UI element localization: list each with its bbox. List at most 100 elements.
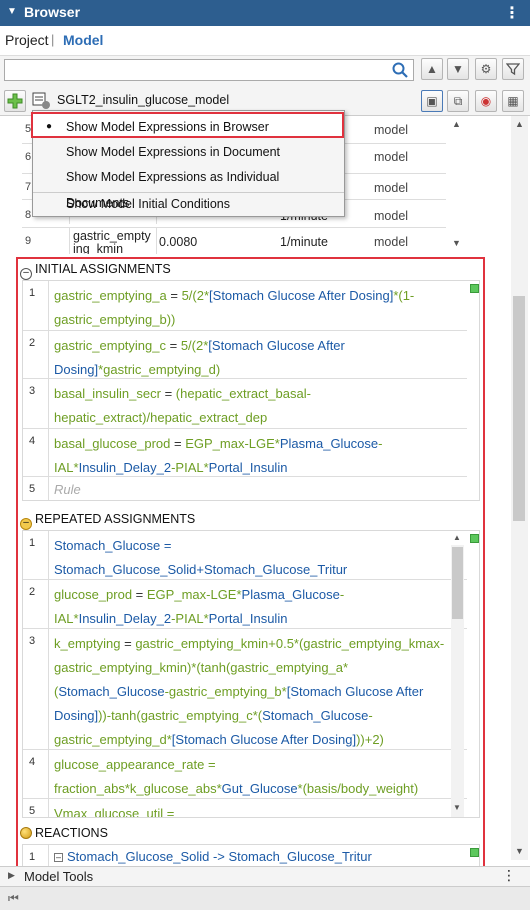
copy-icon: ⧉ [453,94,463,108]
row-number: 4 [29,435,36,447]
row-number: 6 [25,151,32,163]
view-icon: ▣ [426,94,438,108]
tab-project[interactable]: Project [5,32,49,48]
expression-line: hepatic_extract)/hepatic_extract_dep [54,410,268,425]
grid-icon: ▦ [507,94,519,108]
settings-button[interactable]: ⚙ [475,58,497,80]
scroll-down-icon[interactable]: ▼ [515,846,524,856]
model-tools-panel[interactable]: ▶ Model Tools ⋮ [0,866,530,886]
menu-item-show-in-document[interactable]: Show Model Expressions in Document [33,139,344,165]
table-scrollbar[interactable]: ▲ ▼ [446,116,466,254]
expression[interactable]: Vmax_glucose_util = [48,799,467,817]
expression[interactable]: glucose_appearance_rate = fraction_abs*k_… [48,750,467,799]
menu-item-label: Show Model Initial Conditions [66,197,230,211]
scroll-up-icon[interactable]: ▲ [452,119,461,129]
repeated-assignments-header[interactable]: – REPEATED ASSIGNMENTS [20,512,195,530]
row-number: 2 [29,337,36,349]
list-item[interactable]: 5 Rule [23,477,467,500]
list-item[interactable]: 1 gastric_emptying_a = 5/(2*[Stomach Glu… [23,281,467,331]
status-ok-icon [470,848,479,857]
expression-line: basal_glucose_prod = EGP_max-LGE*Plasma_… [54,436,383,451]
list-item[interactable]: 4 glucose_appearance_rate = fraction_abs*… [23,750,467,799]
initial-assignments-header[interactable]: – INITIAL ASSIGNMENTS [20,262,171,280]
section-title: REPEATED ASSIGNMENTS [35,512,196,526]
menu-item-show-initial-conditions[interactable]: Show Model Initial Conditions [33,191,344,217]
new-rule-input[interactable]: Rule [48,477,467,500]
previous-match-button[interactable]: ▲ [421,58,443,80]
row-type: model [374,123,409,137]
expression[interactable]: gastric_emptying_c = 5/(2*[Stomach Gluco… [48,331,467,379]
scroll-thumb[interactable] [452,547,463,619]
row-value: 0.0080 [159,235,198,249]
title-bar: ▼ Browser ⋮ [0,0,530,26]
selected-bullet-icon: ● [46,121,53,132]
status-ok-icon [470,284,479,293]
copy-button[interactable]: ⧉ [447,90,469,112]
list-item[interactable]: 4 basal_glucose_prod = EGP_max-LGE*Plasm… [23,429,467,477]
scroll-down-icon[interactable]: ▼ [453,803,461,812]
repeated-scrollbar[interactable]: ▲ ▼ [451,533,464,817]
browser-scrollbar[interactable]: ▲ ▼ [511,116,528,860]
add-button[interactable] [4,90,26,112]
section-title: INITIAL ASSIGNMENTS [35,262,171,276]
table-row[interactable]: 9 gastric_emptying_kmin 0.0080 1/minute … [22,228,466,254]
reactions-icon[interactable] [20,827,32,839]
status-bar: ⏮ [0,886,530,910]
row-number: 3 [29,635,36,647]
status-ok-icon [470,534,479,543]
expression-line: gastric_emptying_a = 5/(2*[Stomach Gluco… [54,288,415,303]
row-number: 2 [29,586,36,598]
reactions-header[interactable]: REACTIONS [20,826,108,840]
collapse-caret-icon[interactable]: ▼ [7,6,17,17]
expression[interactable]: k_emptying = gastric_emptying_kmin+0.5*(… [48,629,467,750]
next-match-button[interactable]: ▼ [447,58,469,80]
scroll-up-icon[interactable]: ▲ [515,119,524,129]
more-options-icon[interactable]: ⋮ [502,867,516,884]
expression[interactable]: basal_glucose_prod = EGP_max-LGE*Plasma_… [48,429,467,477]
model-icon[interactable] [32,92,52,110]
list-item[interactable]: 1 Stomach_Glucose = Stomach_Glucose_Solid… [23,531,467,580]
expression[interactable]: glucose_prod = EGP_max-LGE*Plasma_Glucos… [48,580,467,629]
search-input[interactable] [4,59,414,81]
collapse-left-icon[interactable]: ⏮ [8,891,19,906]
expression-line: IAL*Insulin_Delay_2-PIAL*Portal_Insulin [54,611,288,626]
expression-line: gastric_emptying_kmin)*(tanh(gastric_emp… [54,660,349,675]
expression[interactable]: gastric_emptying_a = 5/(2*[Stomach Gluco… [48,281,467,331]
expression-line: (Stomach_Glucose-gastric_emptying_b*[Sto… [54,684,424,699]
gear-icon: ⚙ [480,62,492,76]
list-item[interactable]: 5 Vmax_glucose_util = [23,799,467,817]
scroll-thumb[interactable] [513,296,525,521]
expand-arrow-icon[interactable]: ▶ [8,870,15,881]
search-icon[interactable] [391,61,409,79]
expression-line: glucose_prod = EGP_max-LGE*Plasma_Glucos… [54,587,345,602]
scroll-up-icon[interactable]: ▲ [453,533,461,542]
scroll-down-icon[interactable]: ▼ [452,238,461,248]
grid-button[interactable]: ▦ [502,90,524,112]
simulate-button[interactable]: ◉ [475,90,497,112]
tab-separator: | [51,32,55,47]
collapse-section-icon[interactable]: – [20,518,32,530]
expression[interactable]: basal_insulin_secr = (hepatic_extract_ba… [48,379,467,429]
list-item[interactable]: 1 – Stomach_Glucose_Solid -> Stomach_Gluc… [23,845,467,866]
list-item[interactable]: 3 basal_insulin_secr = (hepatic_extract_… [23,379,467,429]
expression[interactable]: – Stomach_Glucose_Solid -> Stomach_Glucos… [48,845,467,866]
row-number: 4 [29,756,36,768]
show-expressions-button[interactable]: ▣ [421,90,443,112]
expression[interactable]: Stomach_Glucose = Stomach_Glucose_Solid+S… [48,531,467,580]
tab-model[interactable]: Model [63,32,103,48]
row-number: 1 [29,537,36,549]
model-name[interactable]: SGLT2_insulin_glucose_model [57,93,229,107]
more-options-icon[interactable]: ⋮ [504,3,520,23]
expand-icon[interactable]: – [54,853,63,862]
filter-button[interactable] [502,58,524,80]
collapse-section-icon[interactable]: – [20,268,32,280]
list-item[interactable]: 2 glucose_prod = EGP_max-LGE*Plasma_Gluc… [23,580,467,629]
list-item[interactable]: 2 gastric_emptying_c = 5/(2*[Stomach Glu… [23,331,467,379]
expression-line: fraction_abs*k_glucose_abs*Gut_Glucose*(… [54,781,419,796]
menu-item-show-individual-documents[interactable]: Show Model Expressions as Individual Doc… [33,164,344,210]
menu-item-show-in-browser[interactable]: ● Show Model Expressions in Browser [31,112,344,138]
section-title: REACTIONS [35,826,108,840]
list-item[interactable]: 3 k_emptying = gastric_emptying_kmin+0.5… [23,629,467,750]
row-number: 5 [29,805,36,817]
row-number: 9 [25,235,32,247]
